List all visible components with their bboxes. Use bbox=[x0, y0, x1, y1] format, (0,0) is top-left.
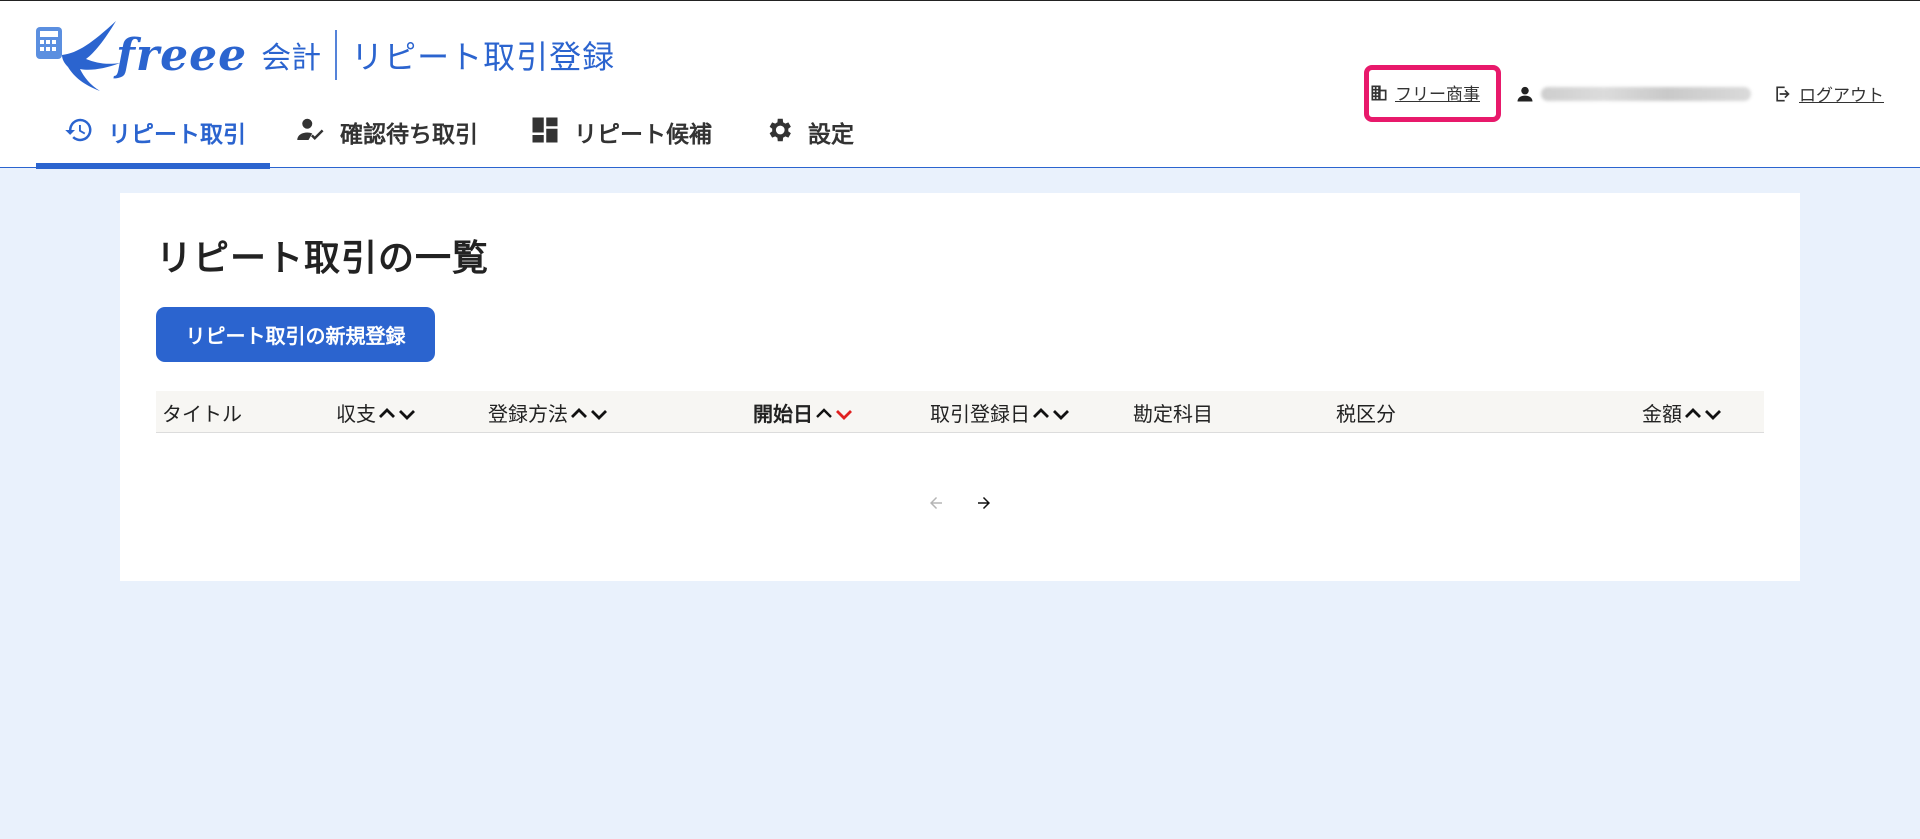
logo-wordmark: freee bbox=[116, 29, 248, 81]
dashboard-icon bbox=[530, 115, 560, 145]
user-icon bbox=[1515, 84, 1535, 104]
user-check-icon bbox=[296, 115, 326, 145]
building-icon bbox=[1369, 83, 1389, 103]
logout-label: ログアウト bbox=[1799, 86, 1884, 106]
company-switch-link[interactable]: フリー商事 bbox=[1395, 80, 1480, 105]
app-logo[interactable]: freee 会計 リピート取引登録 bbox=[34, 19, 615, 91]
sort-desc-active-icon[interactable] bbox=[815, 403, 855, 423]
freee-bird-logo-icon bbox=[34, 19, 124, 91]
table-header: タイトル 収支 登録方法 開始日 取引登録日 勘定科目 税区分 金額 bbox=[156, 391, 1764, 433]
sort-icon[interactable] bbox=[1032, 403, 1072, 423]
column-header-income-expense[interactable]: 収支 bbox=[336, 398, 418, 427]
column-header-deal-registration-date[interactable]: 取引登録日 bbox=[930, 398, 1072, 427]
logo-product-name: 会計 bbox=[261, 41, 322, 76]
logout-icon bbox=[1773, 84, 1793, 104]
repeat-deals-card: リピート取引の一覧 リピート取引の新規登録 タイトル 収支 登録方法 開始日 取… bbox=[120, 193, 1800, 581]
main-nav: リピート取引 確認待ち取引 リピート候補 設定 bbox=[36, 105, 906, 169]
logo-divider bbox=[335, 30, 338, 80]
nav-tab-pending-deals[interactable]: 確認待ち取引 bbox=[296, 105, 478, 169]
column-header-title: タイトル bbox=[162, 402, 242, 426]
nav-tab-label: リピート取引 bbox=[108, 122, 246, 148]
column-header-start-date[interactable]: 開始日 bbox=[753, 398, 855, 427]
pagination bbox=[120, 493, 1800, 513]
next-page-arrow-icon[interactable] bbox=[974, 493, 994, 513]
nav-tab-settings[interactable]: 設定 bbox=[764, 105, 854, 169]
app-header: freee 会計 リピート取引登録 リピート取引 確認待ち取引 リピート候補 設… bbox=[0, 0, 1920, 169]
new-repeat-deal-button[interactable]: リピート取引の新規登録 bbox=[156, 307, 435, 362]
nav-tab-repeat-deals[interactable]: リピート取引 bbox=[36, 105, 270, 169]
nav-tab-label: 設定 bbox=[808, 122, 854, 148]
nav-tab-repeat-candidates[interactable]: リピート候補 bbox=[530, 105, 712, 169]
user-info[interactable] bbox=[1515, 84, 1751, 104]
company-highlight-box: フリー商事 bbox=[1364, 65, 1501, 122]
page-title: リピート取引の一覧 bbox=[156, 238, 490, 279]
sort-icon[interactable] bbox=[570, 403, 610, 423]
column-header-amount[interactable]: 金額 bbox=[1642, 398, 1724, 427]
column-header-account-item: 勘定科目 bbox=[1133, 402, 1213, 426]
nav-tab-label: 確認待ち取引 bbox=[340, 122, 478, 148]
logout-link[interactable]: ログアウト bbox=[1773, 81, 1884, 106]
column-header-registration-method[interactable]: 登録方法 bbox=[488, 398, 610, 427]
logo-page-name: リピート取引登録 bbox=[351, 38, 616, 76]
sort-icon[interactable] bbox=[1684, 403, 1724, 423]
prev-page-arrow-icon[interactable] bbox=[926, 493, 946, 513]
user-email-redacted bbox=[1541, 86, 1751, 101]
history-icon bbox=[64, 115, 94, 145]
column-header-tax-category: 税区分 bbox=[1336, 402, 1396, 426]
nav-tab-label: リピート候補 bbox=[574, 122, 712, 148]
gear-icon bbox=[764, 115, 794, 145]
sort-icon[interactable] bbox=[378, 403, 418, 423]
account-bar: フリー商事 ログアウト bbox=[1364, 65, 1884, 122]
